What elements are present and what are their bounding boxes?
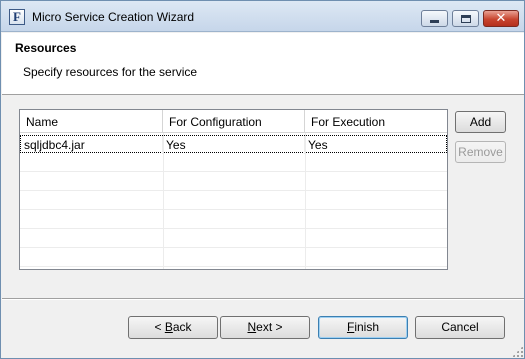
close-button[interactable]: ✕: [483, 10, 519, 27]
wizard-header: Resources Specify resources for the serv…: [2, 33, 524, 95]
back-button[interactable]: < Back: [128, 316, 218, 339]
app-icon: F: [9, 9, 25, 25]
next-label-mnemonic: N: [247, 320, 257, 334]
add-button[interactable]: Add: [455, 111, 506, 133]
title-bar[interactable]: F Micro Service Creation Wizard ✕: [1, 1, 524, 32]
maximize-button[interactable]: [452, 10, 479, 27]
table-header: Name For Configuration For Execution: [20, 110, 447, 133]
footer-separator: [2, 298, 524, 300]
column-divider: [305, 133, 306, 269]
maximize-icon: [460, 14, 471, 23]
cancel-button[interactable]: Cancel: [415, 316, 505, 339]
empty-row: [20, 211, 447, 229]
column-header-for-execution[interactable]: For Execution: [305, 110, 447, 133]
cell-name: sqljdbc4.jar: [21, 136, 163, 154]
empty-row: [20, 192, 447, 210]
page-title: Resources: [15, 41, 77, 55]
finish-label-rest: inish: [354, 320, 380, 334]
empty-row: [20, 173, 447, 191]
page-subtitle: Specify resources for the service: [23, 65, 198, 79]
resize-grip[interactable]: [512, 346, 523, 357]
column-divider: [163, 133, 164, 269]
empty-row: [20, 230, 447, 248]
next-button[interactable]: Next >: [220, 316, 310, 339]
minimize-icon: [430, 20, 439, 23]
table-row[interactable]: sqljdbc4.jar Yes Yes: [20, 135, 447, 154]
empty-row: [20, 154, 447, 172]
column-header-for-configuration[interactable]: For Configuration: [163, 110, 305, 133]
back-label-mnemonic: B: [164, 320, 173, 334]
back-label-prefix: <: [154, 320, 165, 334]
resources-table: Name For Configuration For Execution sql…: [19, 109, 448, 270]
remove-button[interactable]: Remove: [455, 141, 506, 163]
finish-button[interactable]: Finish: [318, 316, 408, 339]
cell-for-execution: Yes: [308, 138, 328, 152]
window-title: Micro Service Creation Wizard: [32, 10, 195, 24]
close-icon: ✕: [495, 11, 507, 26]
wizard-window: F Micro Service Creation Wizard ✕ Resour…: [0, 0, 525, 359]
back-label-rest: ack: [172, 320, 192, 334]
cell-for-configuration: Yes: [163, 136, 305, 154]
next-label-rest: ext >: [256, 320, 283, 334]
empty-row: [20, 249, 447, 267]
column-header-name[interactable]: Name: [20, 110, 163, 133]
minimize-button[interactable]: [421, 10, 448, 27]
